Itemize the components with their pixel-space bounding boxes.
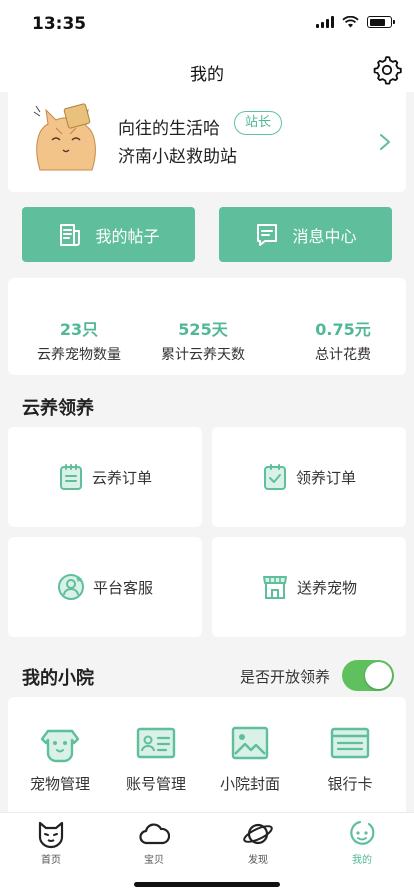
home-indicator — [134, 882, 280, 887]
profile-card[interactable]: 向往的生活哈 站长 济南小赵救助站 — [8, 92, 406, 192]
role-badge: 站长 — [234, 111, 283, 135]
tab-discover-label: 发现 — [248, 855, 268, 866]
cloud-order-button[interactable]: 云养订单 — [8, 427, 202, 527]
stat-label: 总计花费 — [315, 347, 371, 363]
id-card-icon — [136, 727, 176, 759]
cloud-order-label: 云养订单 — [91, 468, 152, 487]
planet-icon — [243, 823, 273, 845]
stat-pet-count: 23只 云养宠物数量 — [14, 316, 144, 364]
my-posts-button[interactable]: 我的帖子 — [22, 207, 195, 262]
customer-service-button[interactable]: 平台客服 — [8, 537, 202, 637]
tab-baby[interactable]: 宝贝 — [114, 819, 194, 866]
rehome-pet-button[interactable]: 送养宠物 — [212, 537, 406, 637]
tab-profile[interactable]: 我的 — [322, 819, 402, 866]
status-bar: 13:35 — [0, 0, 414, 50]
nav-bar: 我的 — [0, 50, 414, 92]
station-name: 济南小赵救助站 — [118, 147, 237, 167]
tab-baby-label: 宝贝 — [144, 855, 164, 866]
battery-icon — [367, 16, 395, 28]
account-management-button[interactable]: 账号管理 — [108, 723, 204, 794]
toggle-knob — [365, 662, 392, 689]
cat-face-icon — [38, 821, 64, 849]
my-yard-card: 宠物管理 账号管理 小院封面 银行卡 — [8, 697, 406, 812]
section-title-my-yard: 我的小院 — [22, 668, 94, 689]
status-icons — [316, 16, 395, 28]
stat-value: 23只 — [59, 320, 99, 339]
order-check-icon — [263, 464, 286, 490]
profile-icon — [350, 820, 375, 845]
section-title-cloud-adopt: 云养领养 — [22, 398, 94, 419]
adopt-order-label: 领养订单 — [295, 468, 356, 487]
account-management-label: 账号管理 — [125, 775, 186, 793]
pet-management-label: 宠物管理 — [29, 775, 90, 793]
tab-profile-label: 我的 — [352, 855, 372, 866]
bank-card-label: 银行卡 — [327, 775, 373, 793]
yard-cover-button[interactable]: 小院封面 — [202, 723, 298, 794]
document-icon — [60, 223, 81, 246]
tab-home-label: 首页 — [41, 855, 61, 866]
pet-management-button[interactable]: 宠物管理 — [12, 723, 108, 794]
stat-value: 0.75元 — [315, 320, 371, 339]
gear-icon[interactable] — [372, 55, 402, 85]
stat-label: 云养宠物数量 — [37, 347, 121, 363]
open-adoption-toggle[interactable] — [342, 660, 394, 691]
yard-cover-label: 小院封面 — [219, 775, 280, 793]
open-adoption-label: 是否开放领养 — [239, 668, 330, 686]
cloud-icon — [139, 823, 170, 845]
status-time: 13:35 — [32, 14, 87, 34]
image-icon — [231, 726, 269, 760]
stats-card: 23只 云养宠物数量 525天 累计云养天数 0.75元 总计花费 — [8, 278, 406, 375]
wifi-icon — [342, 16, 359, 28]
tab-discover[interactable]: 发现 — [218, 819, 298, 866]
chevron-right-icon[interactable] — [378, 132, 392, 152]
customer-service-label: 平台客服 — [92, 578, 153, 597]
stat-days: 525天 累计云养天数 — [138, 316, 268, 364]
avatar — [26, 100, 106, 178]
support-avatar-icon — [57, 574, 84, 600]
message-center-label: 消息中心 — [292, 226, 357, 246]
bank-card-icon — [330, 727, 370, 759]
cellular-signal-icon — [316, 16, 334, 28]
message-icon — [257, 223, 278, 246]
bank-card-button[interactable]: 银行卡 — [302, 723, 398, 794]
adopt-order-button[interactable]: 领养订单 — [212, 427, 406, 527]
tab-home[interactable]: 首页 — [11, 819, 91, 866]
my-posts-label: 我的帖子 — [95, 226, 160, 246]
profile-name: 向往的生活哈 — [118, 119, 220, 139]
stat-spend: 0.75元 总计花费 — [278, 316, 408, 364]
stat-label: 累计云养天数 — [161, 347, 245, 363]
message-center-button[interactable]: 消息中心 — [219, 207, 392, 262]
clipboard-icon — [59, 464, 82, 490]
dog-icon — [40, 729, 80, 763]
storefront-icon — [262, 576, 287, 599]
rehome-pet-label: 送养宠物 — [296, 578, 357, 597]
stat-value: 525天 — [178, 320, 228, 339]
page-title: 我的 — [190, 65, 224, 85]
